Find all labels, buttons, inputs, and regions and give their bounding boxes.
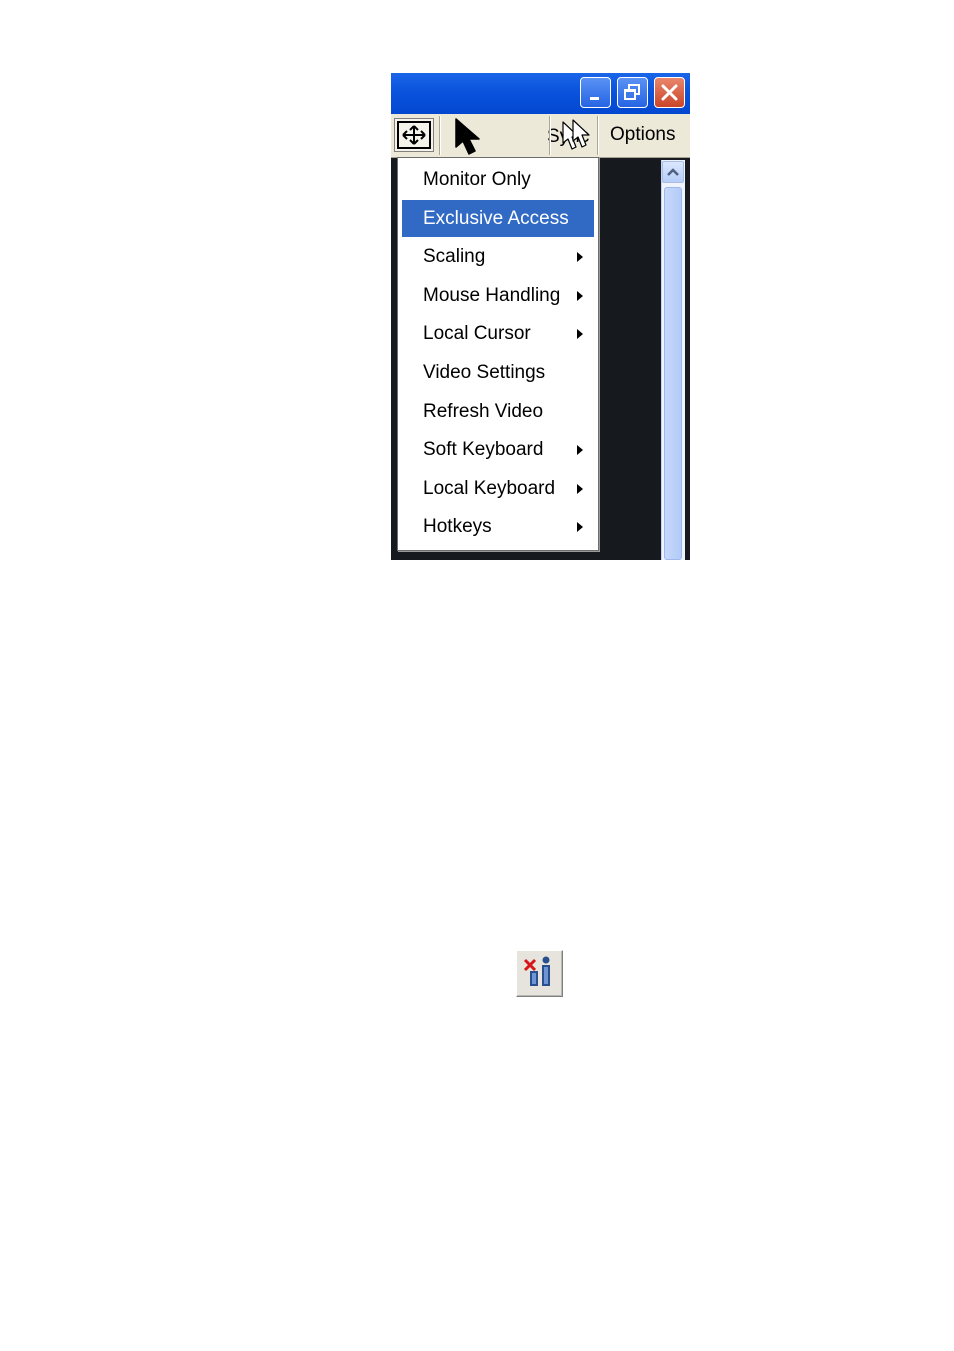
toolbar-separator [597,116,598,155]
menu-item-label: Soft Keyboard [423,439,544,461]
menu-item-mouse-handling[interactable]: Mouse Handling [402,277,594,314]
menu-item-label: Scaling [423,246,486,268]
titlebar[interactable] [391,73,690,114]
scroll-up-button[interactable] [662,161,684,183]
menu-item-label: Hotkeys [423,516,492,538]
menu-item-label: Mouse Handling [423,284,561,306]
close-icon [661,84,678,101]
minimize-icon [590,97,599,100]
options-label: Options [610,124,676,145]
sync-button[interactable]: Sync [441,114,589,157]
outline-pointer-icon [562,119,590,150]
fit-window-button[interactable] [394,118,434,152]
submenu-arrow-icon [577,252,583,263]
submenu-arrow-icon [577,290,583,301]
minimize-button[interactable] [580,77,611,108]
viewer-toolbar: Sync Options [391,114,690,158]
menu-item-refresh-video[interactable]: Refresh Video [402,393,594,430]
options-menu: Monitor Only Exclusive Access Scaling Mouse… [397,157,599,551]
submenu-arrow-icon [577,445,583,456]
restore-icon [624,84,640,100]
menu-item-soft-keyboard[interactable]: Soft Keyboard [402,431,594,468]
menu-item-hotkeys[interactable]: Hotkeys [402,508,594,545]
menu-item-scaling[interactable]: Scaling [402,238,594,275]
scrollbar-thumb[interactable] [664,187,682,560]
menu-item-label: Video Settings [423,362,546,383]
menu-item-label: Monitor Only [423,169,531,190]
menu-item-video-settings[interactable]: Video Settings [402,354,594,391]
close-button[interactable] [654,77,685,108]
network-disconnect-button[interactable] [516,950,563,997]
menu-item-label: Local Cursor [423,323,531,345]
local-cursor-button[interactable] [551,114,597,157]
menu-item-label: Local Keyboard [423,477,556,499]
network-disconnect-icon [523,956,550,986]
options-button[interactable]: Options [599,114,690,157]
toolbar-separator [439,116,440,155]
fit-window-icon [397,121,431,149]
submenu-arrow-icon [577,522,583,533]
menu-item-label: Refresh Video [423,400,544,422]
menu-item-exclusive-access[interactable]: Exclusive Access [402,199,594,237]
toolbar-separator [549,116,550,155]
menu-item-local-cursor[interactable]: Local Cursor [402,315,594,352]
submenu-arrow-icon [577,483,583,494]
menu-item-monitor-only[interactable]: Monitor Only [402,161,594,198]
menu-item-local-keyboard[interactable]: Local Keyboard [402,470,594,507]
menu-item-label: Exclusive Access [423,207,569,229]
restore-button[interactable] [617,77,648,108]
submenu-arrow-icon [577,329,583,340]
chevron-up-icon [667,168,679,176]
pointer-icon [455,118,480,155]
